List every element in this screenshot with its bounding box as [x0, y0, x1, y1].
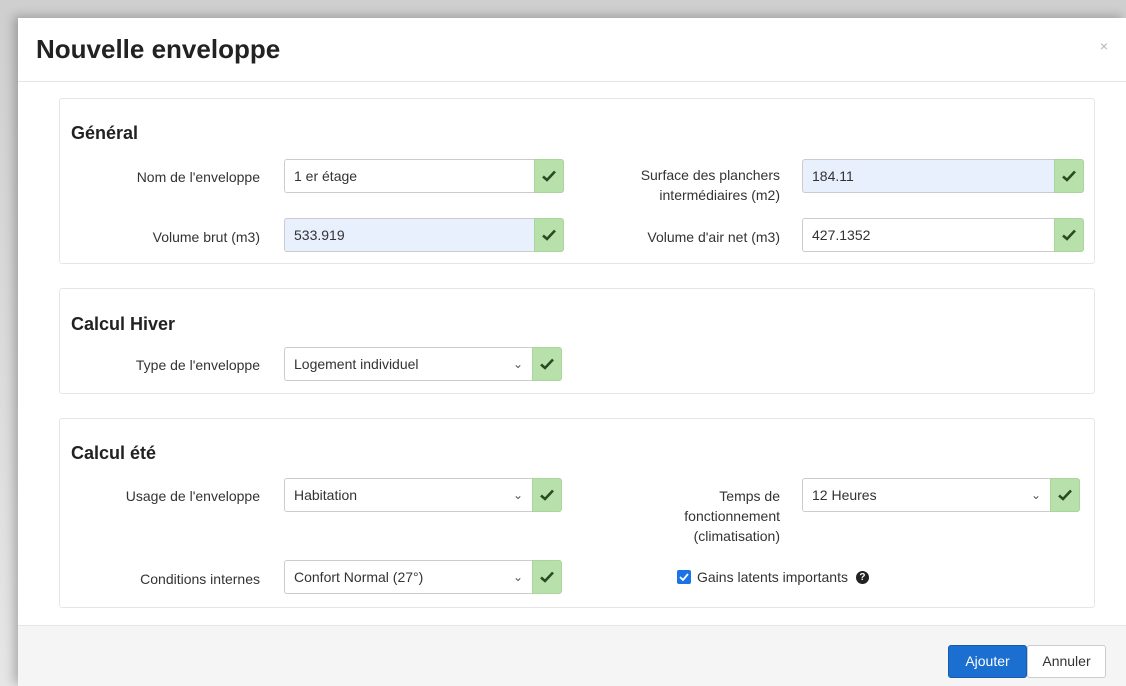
volume-air-input[interactable]: 427.1352	[802, 218, 1054, 252]
volume-air-label: Volume d'air net (m3)	[647, 229, 780, 245]
surface-label-line2: intermédiaires (m2)	[659, 187, 780, 203]
envelope-type-label: Type de l'enveloppe	[135, 357, 260, 373]
chevron-down-icon: ⌄	[512, 488, 523, 502]
operating-time-label-line3: (climatisation)	[693, 528, 780, 544]
envelope-type-select[interactable]: Logement individuel ⌄	[284, 347, 532, 381]
valid-check-icon	[532, 560, 562, 594]
volume-brut-input[interactable]: 533.919	[284, 218, 534, 252]
volume-brut-field: 533.919	[284, 218, 564, 252]
dialog-footer: Ajouter Annuler	[18, 625, 1126, 686]
winter-section-title: Calcul Hiver	[71, 314, 176, 334]
surface-label: Surface des planchers intermédiaires (m2…	[580, 165, 780, 205]
valid-check-icon	[532, 478, 562, 512]
envelope-name-label: Nom de l'enveloppe	[136, 169, 260, 185]
envelope-type-field: Logement individuel ⌄	[284, 347, 562, 381]
operating-time-label: Temps de fonctionnement (climatisation)	[580, 486, 780, 546]
question-circle-icon[interactable]: ?	[855, 570, 869, 584]
operating-time-label-line1: Temps de	[719, 488, 780, 504]
surface-input[interactable]: 184.11	[802, 159, 1054, 193]
volume-brut-label: Volume brut (m3)	[152, 229, 260, 245]
envelope-name-field: 1 er étage	[284, 159, 564, 193]
volume-air-field: 427.1352	[802, 218, 1084, 252]
envelope-usage-label: Usage de l'enveloppe	[125, 488, 260, 504]
envelope-usage-select[interactable]: Habitation ⌄	[284, 478, 532, 512]
operating-time-select[interactable]: 12 Heures ⌄	[802, 478, 1050, 512]
envelope-name-input[interactable]: 1 er étage	[284, 159, 534, 193]
dialog-title: Nouvelle enveloppe	[36, 34, 281, 64]
cancel-button[interactable]: Annuler	[1027, 645, 1106, 678]
latent-gains-checkbox[interactable]	[677, 570, 691, 584]
summer-section-title: Calcul été	[71, 443, 157, 463]
latent-gains-option: Gains latents importants ?	[677, 569, 869, 585]
internal-conditions-label: Conditions internes	[140, 571, 260, 587]
internal-conditions-select[interactable]: Confort Normal (27°) ⌄	[284, 560, 532, 594]
surface-field: 184.11	[802, 159, 1084, 193]
envelope-usage-value: Habitation	[294, 487, 358, 503]
operating-time-label-line2: fonctionnement	[684, 508, 780, 524]
internal-conditions-value: Confort Normal (27°)	[294, 569, 424, 585]
chevron-down-icon: ⌄	[1030, 488, 1041, 502]
latent-gains-label[interactable]: Gains latents importants	[697, 569, 848, 585]
dialog-header: Nouvelle enveloppe ×	[18, 18, 1126, 82]
operating-time-field: 12 Heures ⌄	[802, 478, 1080, 512]
new-envelope-dialog: Nouvelle enveloppe × Général Nom de l'en…	[18, 18, 1126, 686]
surface-label-line1: Surface des planchers	[640, 167, 780, 183]
envelope-type-value: Logement individuel	[294, 356, 419, 372]
valid-check-icon	[1054, 218, 1084, 252]
valid-check-icon	[534, 218, 564, 252]
winter-section: Calcul Hiver Type de l'enveloppe Logemen…	[59, 288, 1095, 394]
chevron-down-icon: ⌄	[512, 570, 523, 584]
general-section-title: Général	[71, 123, 139, 143]
valid-check-icon	[534, 159, 564, 193]
valid-check-icon	[532, 347, 562, 381]
internal-conditions-field: Confort Normal (27°) ⌄	[284, 560, 562, 594]
close-button[interactable]: ×	[1100, 38, 1108, 54]
general-section: Général Nom de l'enveloppe 1 er étage Su…	[59, 98, 1095, 264]
valid-check-icon	[1050, 478, 1080, 512]
summer-section: Calcul été Usage de l'enveloppe Habitati…	[59, 418, 1095, 608]
envelope-usage-field: Habitation ⌄	[284, 478, 562, 512]
add-button[interactable]: Ajouter	[948, 645, 1027, 678]
valid-check-icon	[1054, 159, 1084, 193]
chevron-down-icon: ⌄	[512, 357, 523, 371]
operating-time-value: 12 Heures	[812, 487, 877, 503]
